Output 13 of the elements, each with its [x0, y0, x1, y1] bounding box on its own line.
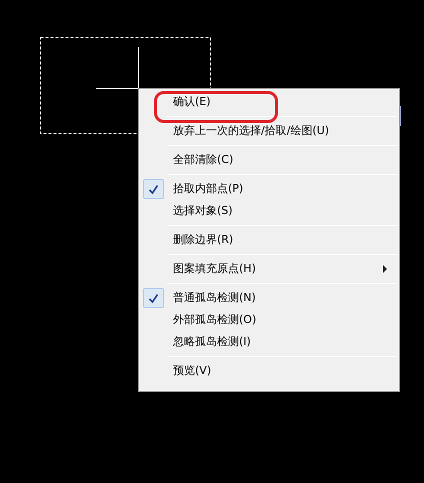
menu-item[interactable]: 确认(E) [139, 91, 399, 113]
menu-item[interactable]: 拾取内部点(P) [139, 178, 399, 200]
menu-item[interactable]: 删除边界(R) [139, 229, 399, 251]
menu-item[interactable]: 普通孤岛检测(N) [139, 287, 399, 309]
menu-item[interactable]: 放弃上一次的选择/拾取/绘图(U) [139, 120, 399, 142]
menu-item[interactable]: 选择对象(S) [139, 200, 399, 222]
menu-item[interactable]: 预览(V) [139, 360, 399, 382]
crosshair-cursor [96, 46, 139, 89]
menu-item[interactable]: 忽略孤岛检测(I) [139, 331, 399, 353]
menu-item[interactable]: 图案填充原点(H) [139, 258, 399, 280]
cursor-mark [400, 106, 401, 126]
menu-item[interactable]: 外部孤岛检测(O) [139, 309, 399, 331]
menu-item[interactable]: 全部清除(C) [139, 149, 399, 171]
